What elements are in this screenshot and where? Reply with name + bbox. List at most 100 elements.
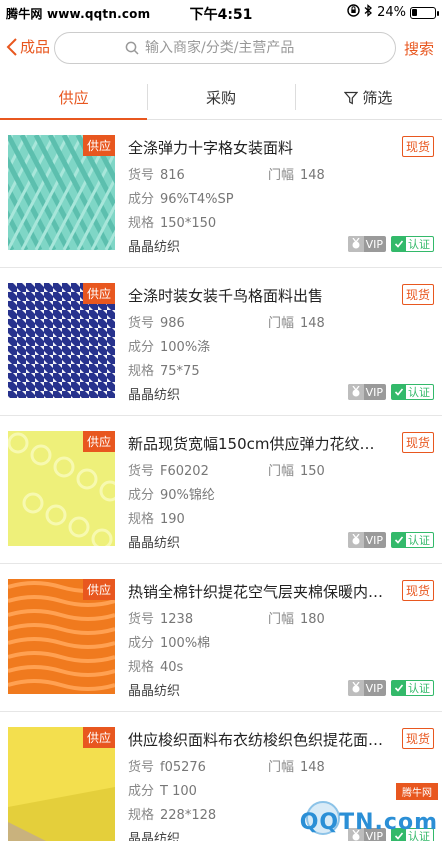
list-item[interactable]: 供应 全涤弹力十字格女装面料 现货 货号 816 门幅 148 成分 96%T4%SP 规格 150… xyxy=(0,120,442,268)
item-no-row: 货号 816 xyxy=(128,164,185,183)
product-list: 供应 全涤弹力十字格女装面料 现货 货号 816 门幅 148 成分 96%T4%SP 规格 150… xyxy=(0,120,442,841)
cert-badge: 认证 xyxy=(391,384,434,400)
tab-label: 筛选 xyxy=(362,89,393,107)
search-input[interactable] xyxy=(145,40,325,56)
composition-value: T 100 xyxy=(160,784,197,799)
spec-key: 规格 xyxy=(128,808,155,823)
seller-name[interactable]: 晶晶纺织 xyxy=(128,236,180,255)
cert-badge: 认证 xyxy=(391,680,434,696)
composition-row: 成分 100%涤 xyxy=(128,336,210,355)
width-row: 门幅 148 xyxy=(268,164,325,183)
nav-bar: 成品 搜索 xyxy=(0,24,442,72)
product-title[interactable]: 全涤时装女装千鸟格面料出售 xyxy=(128,285,388,306)
vip-label: VIP xyxy=(365,237,383,251)
back-label: 成品 xyxy=(20,38,51,56)
check-icon xyxy=(392,385,406,399)
item-no-value: 1238 xyxy=(160,612,194,627)
list-item[interactable]: 供应 新品现货宽幅150cm供应弹力花纹蕾… 现货 货号 F60202 门幅 150 成分 90… xyxy=(0,416,442,564)
width-row: 门幅 180 xyxy=(268,608,325,627)
seller-name[interactable]: 晶晶纺织 xyxy=(128,680,180,699)
spec-value: 190 xyxy=(160,512,185,527)
seller-name[interactable]: 晶晶纺织 xyxy=(128,828,180,841)
cert-label: 认证 xyxy=(408,386,430,399)
spec-row: 规格 75*75 xyxy=(128,360,200,379)
tab-supply[interactable]: 供应 xyxy=(0,76,148,120)
vip-label: VIP xyxy=(365,385,383,399)
spec-key: 规格 xyxy=(128,216,155,231)
width-value: 148 xyxy=(300,316,325,331)
cert-label: 认证 xyxy=(408,534,430,547)
spec-value: 75*75 xyxy=(160,364,200,379)
back-button[interactable]: 成品 xyxy=(6,36,50,57)
spec-row: 规格 40s xyxy=(128,656,183,675)
composition-key: 成分 xyxy=(128,784,155,799)
supply-tag: 供应 xyxy=(82,283,115,304)
composition-value: 100%棉 xyxy=(160,636,211,651)
width-key: 门幅 xyxy=(268,168,295,183)
battery-percent: 24% xyxy=(377,5,406,20)
composition-value: 96%T4%SP xyxy=(160,192,234,207)
list-item[interactable]: 供应 全涤时装女装千鸟格面料出售 现货货号 986 门幅 148 成分 100%涤 规格 75*7… xyxy=(0,268,442,416)
product-image[interactable]: 供应 xyxy=(8,283,115,398)
tab-purchase[interactable]: 采购 xyxy=(147,76,294,119)
search-icon xyxy=(125,41,139,55)
watermark-small: 腾牛网 xyxy=(396,783,438,800)
item-no-value: F60202 xyxy=(160,464,209,479)
chevron-left-icon xyxy=(6,37,17,56)
item-no-key: 货号 xyxy=(128,760,155,775)
supply-tag: 供应 xyxy=(82,579,115,600)
width-value: 148 xyxy=(300,760,325,775)
item-no-key: 货号 xyxy=(128,168,155,183)
spec-row: 规格 190 xyxy=(128,508,185,527)
item-no-key: 货号 xyxy=(128,316,155,331)
composition-key: 成分 xyxy=(128,636,155,651)
check-icon xyxy=(392,533,406,547)
spec-value: 40s xyxy=(160,660,184,675)
vip-badge: VIP xyxy=(347,236,386,252)
search-box[interactable] xyxy=(54,32,396,64)
product-title[interactable]: 全涤弹力十字格女装面料 xyxy=(128,137,388,158)
watermark-text: QQTN.com xyxy=(299,810,438,835)
width-row: 门幅 148 xyxy=(268,756,325,775)
composition-value: 90%锦纶 xyxy=(160,488,215,503)
item-no-row: 货号 986 xyxy=(128,312,185,331)
width-value: 148 xyxy=(300,168,325,183)
product-title[interactable]: 供应梭织面料布衣纺梭织色织提花面… xyxy=(128,729,388,750)
medal-icon xyxy=(347,384,364,400)
spec-row: 规格 228*128 xyxy=(128,804,216,823)
product-title[interactable]: 新品现货宽幅150cm供应弹力花纹蕾… xyxy=(128,433,388,454)
composition-key: 成分 xyxy=(128,192,155,207)
cert-badge: 认证 xyxy=(391,236,434,252)
item-no-row: 货号 F60202 xyxy=(128,460,209,479)
tab-label: 供应 xyxy=(58,89,89,107)
composition-key: 成分 xyxy=(128,488,155,503)
search-button[interactable]: 搜索 xyxy=(404,38,434,59)
spec-key: 规格 xyxy=(128,512,155,527)
product-image[interactable]: 供应 xyxy=(8,727,115,841)
width-key: 门幅 xyxy=(268,316,295,331)
tab-filter[interactable]: 筛选 xyxy=(294,76,442,119)
product-title[interactable]: 热销全棉针织提花空气层夹棉保暖内… xyxy=(128,581,388,602)
spec-row: 规格 150*150 xyxy=(128,212,216,231)
list-item[interactable]: 供应 热销全棉针织提花空气层夹棉保暖内… 现货 货号 1238 门幅 180 成分 100%棉规… xyxy=(0,564,442,712)
width-value: 150 xyxy=(300,464,325,479)
watermark: 腾牛网 QQTN.com xyxy=(300,783,438,835)
tab-bar: 供应 采购 筛选 xyxy=(0,76,442,120)
composition-row: 成分 100%棉 xyxy=(128,632,210,651)
status-bar: 腾牛网 www.qqtn.com 下午4:51 24% xyxy=(0,0,442,24)
stock-badge: 现货 xyxy=(401,284,434,305)
cert-label: 认证 xyxy=(408,238,430,251)
product-image[interactable]: 供应 xyxy=(8,135,115,250)
product-image[interactable]: 供应 xyxy=(8,579,115,694)
composition-value: 100%涤 xyxy=(160,340,211,355)
product-image[interactable]: 供应 xyxy=(8,431,115,546)
seller-name[interactable]: 晶晶纺织 xyxy=(128,384,180,403)
cert-badge: 认证 xyxy=(391,532,434,548)
medal-icon xyxy=(347,680,364,696)
vip-badge: VIP xyxy=(347,532,386,548)
seller-name[interactable]: 晶晶纺织 xyxy=(128,532,180,551)
width-key: 门幅 xyxy=(268,612,295,627)
vip-badge: VIP xyxy=(347,680,386,696)
width-row: 门幅 148 xyxy=(268,312,325,331)
stock-badge: 现货 xyxy=(401,432,434,453)
